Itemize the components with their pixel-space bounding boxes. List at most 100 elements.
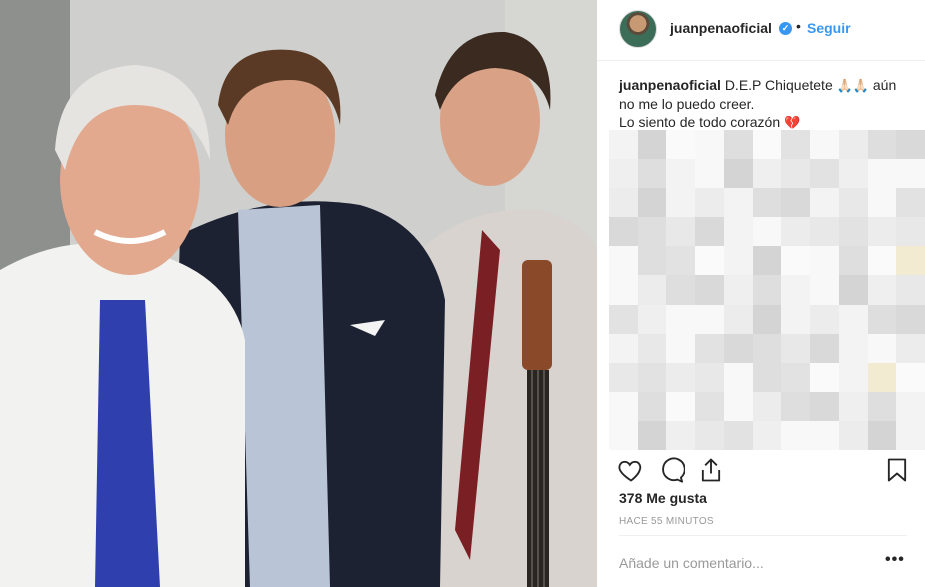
blur-pixel	[752, 362, 782, 392]
blur-pixel	[810, 217, 839, 247]
blur-pixel	[838, 304, 868, 334]
blur-pixel	[695, 159, 724, 189]
blur-pixel	[752, 275, 782, 305]
blur-pixel	[896, 304, 925, 334]
blur-pixel	[695, 362, 724, 392]
blur-pixel	[695, 246, 724, 276]
blur-pixel	[723, 188, 753, 218]
action-bar	[597, 452, 925, 488]
blur-pixel	[810, 333, 839, 363]
blur-pixel	[838, 362, 868, 392]
likes-count[interactable]: 378 Me gusta	[619, 490, 707, 506]
blur-pixel	[896, 217, 925, 247]
blur-pixel	[781, 362, 811, 392]
blur-pixel	[666, 391, 696, 421]
pixelated-comments	[609, 130, 925, 450]
blur-pixel	[723, 217, 753, 247]
blur-pixel	[695, 391, 724, 421]
blur-pixel	[609, 275, 638, 305]
blur-pixel	[752, 188, 782, 218]
comment-icon[interactable]	[657, 456, 686, 484]
blur-pixel	[896, 130, 925, 160]
post-photo-image	[0, 0, 597, 587]
pray-emoji: 🙏🏻🙏🏻	[836, 78, 869, 93]
blur-pixel	[666, 159, 696, 189]
post-sidebar: juanpenaoficial ✓ • Seguir juanpenaofici…	[597, 0, 925, 587]
heart-icon[interactable]	[617, 456, 645, 484]
blur-pixel	[609, 188, 638, 218]
blur-pixel	[723, 362, 753, 392]
divider	[619, 535, 907, 536]
more-options-icon[interactable]: •••	[885, 551, 905, 569]
blur-pixel	[666, 420, 696, 450]
blur-pixel	[810, 159, 839, 189]
share-icon[interactable]	[697, 456, 725, 484]
blur-pixel	[867, 333, 897, 363]
blur-pixel	[695, 188, 724, 218]
blur-pixel	[637, 420, 667, 450]
blur-pixel	[637, 188, 667, 218]
blur-pixel	[752, 420, 782, 450]
blur-pixel	[810, 246, 839, 276]
follow-button[interactable]: Seguir	[807, 20, 851, 36]
blur-pixel	[666, 217, 696, 247]
blur-pixel	[666, 246, 696, 276]
blur-pixel	[609, 159, 638, 189]
blur-pixel	[695, 275, 724, 305]
blur-pixel	[867, 246, 897, 276]
comment-input[interactable]: Añade un comentario...	[619, 555, 764, 571]
blur-pixel	[781, 275, 811, 305]
blur-pixel	[609, 420, 638, 450]
blur-pixel	[752, 333, 782, 363]
blur-pixel	[752, 246, 782, 276]
blur-pixel	[867, 275, 897, 305]
blur-pixel	[781, 130, 811, 160]
blur-pixel	[695, 217, 724, 247]
blur-pixel	[867, 362, 897, 392]
blur-pixel	[723, 420, 753, 450]
blur-pixel	[695, 304, 724, 334]
blur-pixel	[666, 304, 696, 334]
blur-pixel	[838, 333, 868, 363]
blur-pixel	[666, 188, 696, 218]
blur-pixel	[896, 333, 925, 363]
blur-pixel	[695, 420, 724, 450]
blur-pixel	[609, 391, 638, 421]
avatar[interactable]	[619, 10, 657, 48]
blur-pixel	[810, 391, 839, 421]
blur-pixel	[695, 333, 724, 363]
blur-pixel	[810, 130, 839, 160]
blur-pixel	[781, 304, 811, 334]
blur-pixel	[810, 188, 839, 218]
blur-pixel	[838, 217, 868, 247]
blur-pixel	[896, 362, 925, 392]
blur-pixel	[723, 391, 753, 421]
blur-pixel	[896, 275, 925, 305]
bookmark-icon[interactable]	[883, 456, 911, 484]
broken-heart-emoji: 💔	[784, 115, 801, 130]
blur-pixel	[867, 188, 897, 218]
blur-pixel	[781, 420, 811, 450]
blur-pixel	[666, 275, 696, 305]
blur-pixel	[752, 130, 782, 160]
post-timestamp[interactable]: HACE 55 MINUTOS	[619, 516, 714, 527]
blur-pixel	[723, 130, 753, 160]
blur-pixel	[609, 333, 638, 363]
blur-pixel	[838, 391, 868, 421]
blur-pixel	[867, 159, 897, 189]
blur-pixel	[666, 130, 696, 160]
blur-pixel	[867, 217, 897, 247]
post-photo[interactable]	[0, 0, 597, 587]
blur-pixel	[810, 362, 839, 392]
blur-pixel	[896, 420, 925, 450]
blur-pixel	[838, 130, 868, 160]
blur-pixel	[781, 159, 811, 189]
blur-pixel	[752, 159, 782, 189]
blur-pixel	[723, 159, 753, 189]
header-username[interactable]: juanpenaoficial	[670, 20, 772, 36]
blur-pixel	[609, 362, 638, 392]
post-caption: juanpenaoficial D.E.P Chiquetete 🙏🏻🙏🏻 aú…	[619, 76, 909, 132]
blur-pixel	[781, 391, 811, 421]
caption-username[interactable]: juanpenaoficial	[619, 77, 721, 93]
blur-pixel	[867, 391, 897, 421]
